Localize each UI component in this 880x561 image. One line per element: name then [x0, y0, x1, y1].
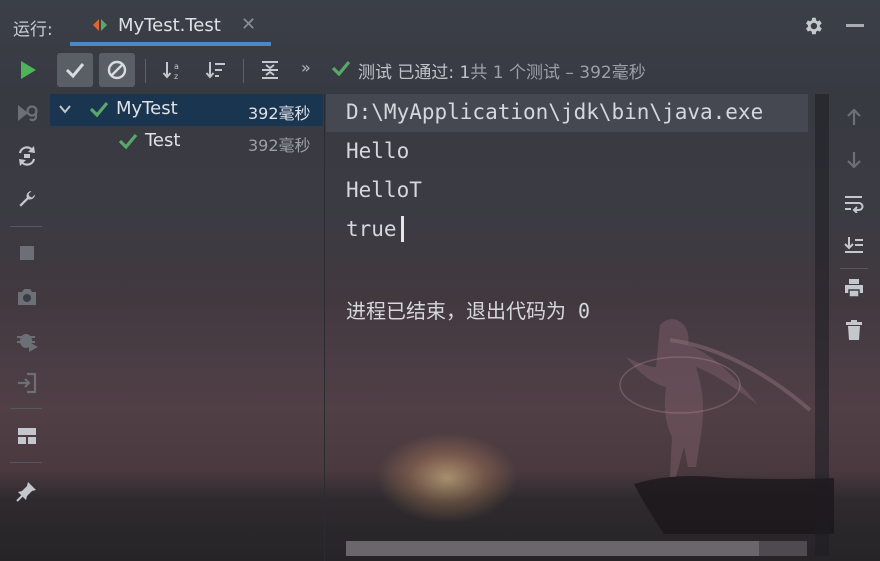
stop-icon[interactable] — [14, 240, 40, 266]
passed-check-icon — [331, 59, 351, 77]
debug-icon[interactable] — [14, 327, 40, 353]
console-line: 进程已结束，退出代码为 0 — [346, 299, 591, 323]
splitter[interactable] — [324, 94, 325, 561]
wrench-icon[interactable] — [14, 186, 40, 212]
tree-item-label[interactable]: MyTest — [116, 98, 178, 119]
active-tab-underline — [70, 42, 271, 46]
tree-item-duration: 392毫秒 — [248, 104, 311, 123]
toolbar-separator — [243, 59, 244, 83]
minimize-icon[interactable] — [846, 24, 864, 27]
show-passed-icon[interactable] — [57, 53, 93, 87]
run-label: 运行: — [13, 20, 53, 40]
scroll-up-icon[interactable] — [842, 105, 866, 129]
status-sub: 共 1 个测试 – 392毫秒 — [470, 63, 646, 83]
layout-icon[interactable] — [14, 423, 40, 449]
svg-text:z: z — [174, 72, 178, 81]
close-tab-icon[interactable]: ✕ — [241, 14, 256, 35]
scroll-down-icon[interactable] — [842, 148, 866, 172]
expand-all-icon[interactable] — [252, 53, 288, 87]
left-strip-separator — [10, 226, 42, 227]
show-ignored-icon[interactable] — [99, 53, 135, 87]
settings-icon[interactable] — [802, 15, 824, 37]
tree-item-label[interactable]: Test — [145, 130, 180, 151]
more-actions-chevron[interactable]: » — [301, 58, 311, 77]
svg-text:a: a — [174, 62, 179, 71]
status-main: 测试 已通过: 1 — [358, 63, 471, 83]
test-status-summary: 测试 已通过: 1共 1 个测试 – 392毫秒 — [358, 58, 646, 83]
passed-check-icon — [118, 132, 138, 150]
clear-icon[interactable] — [842, 318, 866, 342]
left-strip-separator — [10, 408, 42, 409]
tree-item-duration: 392毫秒 — [248, 136, 311, 155]
toggle-auto-test-icon[interactable] — [14, 143, 40, 169]
sort-duration-icon[interactable] — [198, 53, 234, 87]
soft-wrap-icon[interactable] — [842, 191, 866, 215]
console-output[interactable] — [326, 94, 828, 556]
console-vertical-scrollbar[interactable] — [815, 94, 829, 556]
console-line: Hello — [346, 139, 410, 163]
exit-icon[interactable] — [14, 370, 40, 396]
left-strip-separator — [10, 462, 42, 463]
horizontal-scroll-thumb[interactable] — [346, 541, 759, 556]
console-line: D:\MyApplication\jdk\bin\java.exe — [346, 100, 764, 124]
camera-icon[interactable] — [14, 284, 40, 310]
sort-alpha-icon[interactable]: a z — [155, 53, 191, 87]
test-tree — [50, 94, 323, 556]
console-line: HelloT — [346, 178, 422, 202]
console-line: true — [346, 217, 397, 241]
rerun-failed-icon[interactable] — [14, 100, 40, 126]
run-icon[interactable] — [10, 53, 46, 87]
right-strip-separator — [840, 268, 868, 269]
tab-title[interactable]: MyTest.Test — [118, 15, 221, 36]
text-cursor — [401, 216, 404, 242]
test-config-icon — [91, 17, 109, 33]
chevron-down-icon[interactable] — [57, 101, 73, 117]
toolbar-separator — [145, 59, 146, 83]
passed-check-icon — [89, 100, 109, 118]
print-icon[interactable] — [842, 276, 866, 300]
scroll-to-end-icon[interactable] — [842, 233, 866, 257]
pin-icon[interactable] — [14, 478, 40, 504]
